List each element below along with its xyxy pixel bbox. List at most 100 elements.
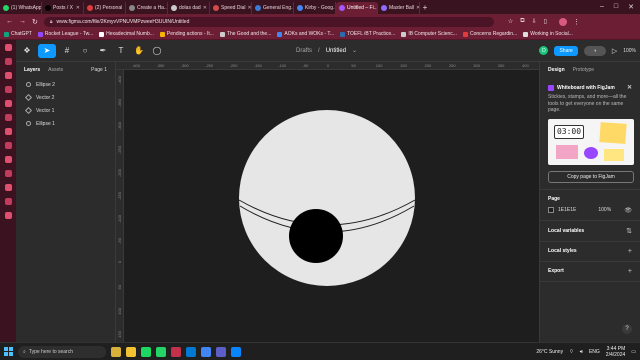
copy-to-figjam-button[interactable]: Copy page to FigJam [548,170,634,183]
move-tool-icon[interactable]: ➤ [38,43,56,58]
help-icon[interactable]: ? [622,324,632,334]
browser-tab[interactable]: General Eng...✕ [252,2,294,14]
spotify-icon[interactable] [141,346,151,357]
volume-icon[interactable]: 🔊︎ [580,349,583,355]
app-icon[interactable] [4,212,12,219]
app-icon[interactable] [4,44,12,51]
bookmark-item[interactable]: Working in Social... [523,31,573,37]
app-icon[interactable] [4,58,12,65]
bookmark-item[interactable]: Rocket League - Tw... [37,31,93,37]
tab-layers[interactable]: Layers [24,67,40,73]
zoom-level[interactable]: 100% [623,48,636,54]
ellipse-2[interactable] [289,209,343,263]
browser-tab[interactable]: (1) WhatsApp✕ [0,2,42,14]
taskbar-app-icon[interactable] [111,346,121,357]
add-export-icon[interactable]: + [628,268,632,275]
local-styles-label[interactable]: Local styles [548,248,577,254]
tab-assets[interactable]: Assets [48,67,63,73]
add-style-icon[interactable]: + [628,248,632,255]
weather-status[interactable]: 26°C Sunny [536,349,563,355]
clock[interactable]: 3:44 PM 2/4/2024 [606,346,625,358]
forward-icon[interactable]: → [19,18,26,25]
bookmark-item[interactable]: IB Computer Scienc... [401,31,457,37]
share-button[interactable]: Share [554,45,578,56]
browser-tab[interactable]: (2) Personal✕ [84,2,126,14]
extensions-icon[interactable]: ⧉ [520,18,524,25]
browser-tab[interactable]: dolas dad ✕ [168,2,210,14]
app-icon[interactable] [4,128,12,135]
hand-tool-icon[interactable]: ✋ [132,44,146,58]
close-icon[interactable]: ✕ [627,84,632,91]
taskbar-search[interactable]: ⌕ Type here to search [18,345,106,358]
app-icon[interactable] [4,198,12,205]
tab-design[interactable]: Design [548,67,565,73]
page-selector[interactable]: Page 1 [91,67,107,73]
browser-tab[interactable]: Kirby - Goog...✕ [294,2,336,14]
bookmark-item[interactable]: The Good and the... [219,31,271,37]
app-icon[interactable] [231,346,241,357]
local-variables-label[interactable]: Local variables [548,228,584,234]
export-label[interactable]: Export [548,268,564,274]
minimize-icon[interactable]: – [600,3,604,11]
maximize-icon[interactable]: □ [614,3,618,11]
opera-icon[interactable] [171,346,181,357]
edge-icon[interactable] [186,346,196,357]
bookmark-item[interactable]: Concerns Regardin... [462,31,517,37]
breadcrumb-folder[interactable]: Drafts [296,48,312,54]
app-icon[interactable] [4,170,12,177]
frame-tool-icon[interactable]: # [60,44,74,58]
bookmark-item[interactable]: Pending actions - It... [159,31,214,37]
app-icon[interactable] [4,72,12,79]
chrome-icon[interactable] [201,346,211,357]
chevron-down-icon[interactable]: ⌄ [352,47,357,54]
star-icon[interactable]: ☆ [508,18,513,25]
layer-item[interactable]: Ellipse 1 [16,117,115,130]
notifications-icon[interactable]: ▭ [631,349,636,355]
close-tab-icon[interactable]: ✕ [76,5,80,11]
app-icon[interactable] [4,142,12,149]
variables-settings-icon[interactable]: ⇅ [626,227,632,235]
new-tab-button[interactable]: + [420,3,430,12]
whatsapp-icon[interactable] [156,346,166,357]
avatar[interactable]: D [539,46,549,55]
tab-prototype[interactable]: Prototype [573,67,594,73]
app-icon[interactable] [4,100,12,107]
app-icon[interactable] [4,114,12,121]
app-icon[interactable] [4,156,12,163]
shape-tool-icon[interactable]: ○ [78,44,92,58]
url-field[interactable]: 🔒︎ www.figma.com/file/2KmyvVPNUVMPzweeH3… [43,16,494,27]
browser-tab[interactable]: Untitled – Fi...✕ [336,2,378,14]
bookmark-item[interactable]: Hexadecimal Numb... [99,31,154,37]
layer-item[interactable]: Ellipse 2 [16,78,115,91]
app-icon[interactable] [4,86,12,93]
browser-tab[interactable]: Posts / X ✕ [42,2,84,14]
close-tab-icon[interactable]: ✕ [203,5,207,11]
browser-tab[interactable]: Master Ball ✕ [378,2,420,14]
layer-item[interactable]: Vector 1 [16,104,115,117]
download-icon[interactable]: ⇩ [532,18,537,25]
comment-tool-icon[interactable]: ◯ [150,44,164,58]
color-swatch[interactable] [548,207,554,213]
page-opacity-value[interactable]: 100% [598,207,611,213]
browser-tab[interactable]: Speed Dial ✕ [210,2,252,14]
file-name[interactable]: Untitled [326,48,346,54]
back-icon[interactable]: ← [6,18,13,25]
present-icon[interactable]: ▷ [612,47,617,55]
bookmark-item[interactable]: TOEFL iBT Practice... [340,31,395,37]
app-icon[interactable] [4,184,12,191]
windows-start-icon[interactable] [4,347,13,356]
browser-tab[interactable]: Create a Ha...✕ [126,2,168,14]
file-explorer-icon[interactable] [126,346,136,357]
sidepanel-icon[interactable]: ▯ [544,18,547,25]
profile-avatar[interactable] [558,17,567,26]
collab-pill[interactable]: ◑ [583,45,606,56]
pen-tool-icon[interactable]: ✒ [96,44,110,58]
menu-icon[interactable]: ⋮ [573,18,580,26]
page-color-value[interactable]: 1E1E1E [558,207,576,213]
language-indicator[interactable]: ENG [589,349,600,355]
eye-icon[interactable]: 👁︎ [624,207,632,214]
teams-icon[interactable] [216,346,226,357]
layer-item[interactable]: Vector 2 [16,91,115,104]
wifi-icon[interactable]: ⌔ [569,349,574,355]
bookmark-item[interactable]: AOKs and WOKs - T... [277,31,334,37]
